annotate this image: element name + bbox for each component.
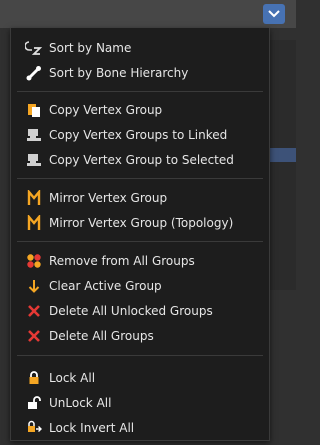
menu-item-label: Sort by Bone Hierarchy (49, 66, 189, 80)
menu-item-copy-to-linked[interactable]: Copy Vertex Groups to Linked (11, 123, 269, 147)
menu-item-label: Copy Vertex Groups to Linked (49, 128, 228, 142)
menu-item-mirror-topology[interactable]: Mirror Vertex Group (Topology) (11, 211, 269, 235)
menu-item-mirror-vertex-group[interactable]: Mirror Vertex Group (11, 186, 269, 210)
menu-separator (17, 241, 263, 242)
menu-item-label: UnLock All (49, 396, 112, 410)
unlock-icon (25, 394, 43, 412)
menu-item-label: Mirror Vertex Group (Topology) (49, 216, 234, 230)
copy-linked-icon (25, 126, 43, 144)
menu-item-label: Lock All (49, 371, 96, 385)
specials-menu-button[interactable] (263, 4, 285, 24)
menu-item-label: Mirror Vertex Group (49, 191, 168, 205)
menu-item-copy-vertex-group[interactable]: Copy Vertex Group (11, 98, 269, 122)
copy-vertex-group-icon (25, 101, 43, 119)
chevron-down-icon (268, 10, 280, 18)
menu-item-delete-all-groups[interactable]: Delete All Groups (11, 324, 269, 348)
menu-item-label: Delete All Groups (49, 329, 154, 343)
menu-item-sort-by-name[interactable]: Sort by Name (11, 36, 269, 60)
menu-separator (17, 178, 263, 179)
menu-item-label: Copy Vertex Group (49, 103, 163, 117)
menu-separator (17, 91, 263, 92)
sort-by-name-icon (25, 39, 43, 57)
menu-item-unlock-all[interactable]: UnLock All (11, 391, 269, 415)
menu-separator (17, 355, 263, 356)
menu-item-copy-to-selected[interactable]: Copy Vertex Group to Selected (11, 148, 269, 172)
menu-item-lock-all[interactable]: Lock All (11, 366, 269, 390)
delete-unlocked-icon (25, 302, 43, 320)
menu-item-label: Clear Active Group (49, 279, 162, 293)
bone-icon (25, 64, 43, 82)
lock-invert-icon (25, 419, 43, 437)
lock-icon (25, 369, 43, 387)
background-panel (268, 40, 296, 290)
vertex-group-specials-menu: Sort by Name Sort by Bone Hierarchy Copy… (10, 28, 270, 441)
background-highlight (270, 148, 296, 162)
delete-all-icon (25, 327, 43, 345)
menu-item-label: Delete All Unlocked Groups (49, 304, 213, 318)
menu-item-lock-invert-all[interactable]: Lock Invert All (11, 416, 269, 440)
menu-item-label: Copy Vertex Group to Selected (49, 153, 234, 167)
copy-selected-icon (25, 151, 43, 169)
menu-item-clear-active-group[interactable]: Clear Active Group (11, 274, 269, 298)
menu-item-label: Sort by Name (49, 41, 132, 55)
remove-all-groups-icon (25, 252, 43, 270)
menu-item-sort-by-bone-hierarchy[interactable]: Sort by Bone Hierarchy (11, 61, 269, 85)
menu-item-remove-from-all-groups[interactable]: Remove from All Groups (11, 249, 269, 273)
menu-item-label: Remove from All Groups (49, 254, 195, 268)
menu-item-label: Lock Invert All (49, 421, 135, 435)
clear-active-icon (25, 277, 43, 295)
header-bar (0, 0, 296, 28)
mirror-icon (25, 189, 43, 207)
menu-item-delete-unlocked-groups[interactable]: Delete All Unlocked Groups (11, 299, 269, 323)
mirror-topology-icon (25, 214, 43, 232)
